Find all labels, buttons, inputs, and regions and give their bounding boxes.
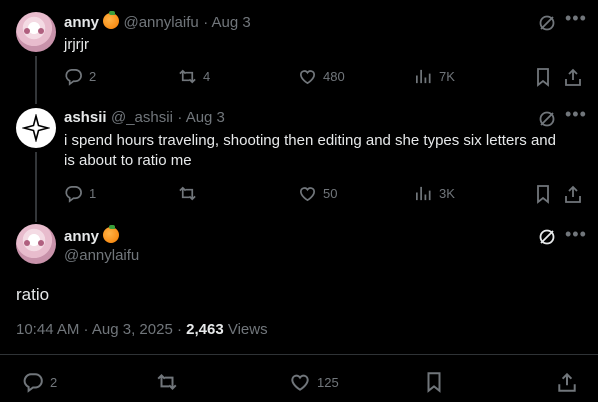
reply-button[interactable]: 1 xyxy=(64,184,96,203)
author-name[interactable]: anny xyxy=(64,228,99,245)
author-handle[interactable]: @_ashsii xyxy=(111,109,173,126)
tweet-date[interactable]: · Aug 3 xyxy=(177,109,225,126)
author-name[interactable]: anny xyxy=(64,14,99,31)
views-label: Views xyxy=(227,321,268,338)
author-handle[interactable]: @annylaifu xyxy=(123,14,198,31)
bookmark-icon[interactable] xyxy=(423,371,443,393)
reply-count: 1 xyxy=(89,186,97,201)
orange-emoji xyxy=(103,225,120,243)
retweet-button[interactable] xyxy=(156,371,178,393)
thread-line xyxy=(35,56,37,104)
views-button[interactable]: 7K xyxy=(414,67,455,86)
avatar[interactable] xyxy=(16,12,56,52)
retweet-icon xyxy=(179,69,196,84)
like-button[interactable]: 125 xyxy=(289,371,339,393)
reply-count: 2 xyxy=(89,69,97,84)
reply-icon xyxy=(65,185,82,203)
grok-icon[interactable] xyxy=(537,13,557,33)
avatar[interactable] xyxy=(16,108,56,148)
tweet-header: anny @annylaifu · Aug 3 xyxy=(64,11,251,32)
more-icon[interactable]: ••• xyxy=(565,225,587,243)
tweet-timestamp-row: 10:44 AM · Aug 3, 2025 · 2,463 Views xyxy=(16,321,268,338)
share-icon[interactable] xyxy=(556,371,576,392)
retweet-button[interactable]: 4 xyxy=(178,67,210,86)
tweet-text: i spend hours traveling, shooting then e… xyxy=(64,131,584,171)
share-icon[interactable] xyxy=(563,67,583,87)
more-icon[interactable]: ••• xyxy=(565,9,587,27)
bookmark-icon[interactable] xyxy=(533,184,553,204)
tweet-text-line: i spend hours traveling, shooting then e… xyxy=(64,132,556,149)
grok-icon[interactable] xyxy=(537,227,557,247)
more-icon[interactable]: ••• xyxy=(565,105,587,123)
share-icon[interactable] xyxy=(563,184,583,204)
like-button[interactable]: 50 xyxy=(298,184,337,203)
like-count: 480 xyxy=(323,69,345,84)
views-count: 7K xyxy=(439,69,455,84)
views-count: 3K xyxy=(439,186,455,201)
author-handle[interactable]: @annylaifu xyxy=(64,247,139,264)
heart-icon xyxy=(291,374,309,391)
tweet-text-line: is about to ratio me xyxy=(64,152,192,169)
views-button[interactable]: 3K xyxy=(414,184,455,203)
tweet-text: jrjrjr xyxy=(64,36,89,53)
heart-icon xyxy=(299,70,316,85)
sparkle-logo-icon xyxy=(22,114,50,142)
retweet-icon xyxy=(157,373,177,391)
main-author-name-row: anny xyxy=(64,225,120,246)
retweet-count: 4 xyxy=(203,69,211,84)
tweet-header: ashsii @_ashsii · Aug 3 xyxy=(64,109,225,127)
reply-button[interactable]: 2 xyxy=(64,67,96,86)
retweet-button[interactable] xyxy=(178,184,197,203)
grok-icon[interactable] xyxy=(537,109,557,129)
retweet-icon xyxy=(179,186,196,201)
like-count: 50 xyxy=(323,186,338,201)
orange-emoji xyxy=(103,11,120,29)
thread-line xyxy=(35,152,37,222)
tweet-date[interactable]: · Aug 3 xyxy=(203,14,251,31)
views-chart-icon xyxy=(415,69,431,84)
like-count: 125 xyxy=(317,374,339,390)
reply-icon xyxy=(23,373,43,393)
like-button[interactable]: 480 xyxy=(298,67,345,86)
reply-button[interactable]: 2 xyxy=(22,371,57,393)
avatar[interactable] xyxy=(16,224,56,264)
author-name[interactable]: ashsii xyxy=(64,109,107,126)
tweet-timestamp[interactable]: 10:44 AM · Aug 3, 2025 · xyxy=(16,321,182,338)
bookmark-icon[interactable] xyxy=(533,67,553,87)
main-tweet-text: ratio xyxy=(16,285,50,304)
divider xyxy=(0,354,598,355)
reply-count: 2 xyxy=(50,374,58,390)
heart-icon xyxy=(299,187,316,202)
views-chart-icon xyxy=(415,186,431,201)
views-count: 2,463 xyxy=(186,321,224,338)
reply-icon xyxy=(65,68,82,86)
